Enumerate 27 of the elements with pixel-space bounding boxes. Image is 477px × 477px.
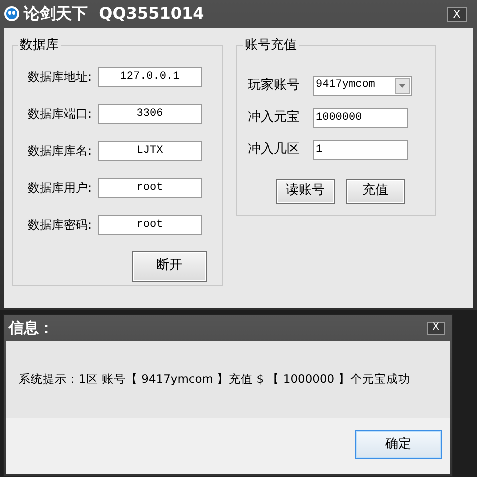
text-field[interactable]: 127.0.0.1	[98, 66, 202, 86]
field-label: 数据库用户:	[28, 180, 94, 196]
text-field[interactable]: 3306	[98, 104, 202, 124]
text-field[interactable]: 1	[313, 140, 408, 160]
action-button[interactable]: 充值	[346, 178, 405, 204]
field-label: 数据库密码:	[28, 216, 94, 234]
field-label: 数据库库名:	[28, 142, 94, 160]
action-button[interactable]: 断开	[132, 250, 207, 282]
close-button[interactable]: X	[427, 322, 445, 334]
account-dropdown[interactable]: 9417ymcom	[313, 76, 412, 96]
close-button[interactable]: X	[447, 6, 467, 22]
field-label: 冲入几区	[248, 140, 301, 159]
message-text: 系统提示：1区 账号【 9417ymcom 】充值 $ 【 1000000 】个元宝成功	[19, 370, 410, 388]
group-title: 账号充值	[244, 37, 298, 55]
group-title: 数据库	[19, 37, 60, 55]
text-field[interactable]: root	[98, 214, 202, 234]
text-field[interactable]: 1000000	[313, 108, 408, 128]
field-label: 数据库端口:	[28, 106, 94, 122]
field-label: 冲入元宝	[248, 108, 301, 127]
dialog-title: 信息：	[9, 318, 54, 339]
window-title: 论剑天下 QQ3551014	[24, 3, 204, 25]
field-label: 玩家账号	[248, 76, 301, 95]
field-label: 数据库地址:	[28, 68, 94, 86]
text-field[interactable]: root	[98, 178, 202, 198]
ok-button[interactable]: 确定	[355, 430, 442, 459]
text-field[interactable]: LJTX	[98, 140, 202, 160]
action-button[interactable]: 读账号	[276, 178, 335, 204]
